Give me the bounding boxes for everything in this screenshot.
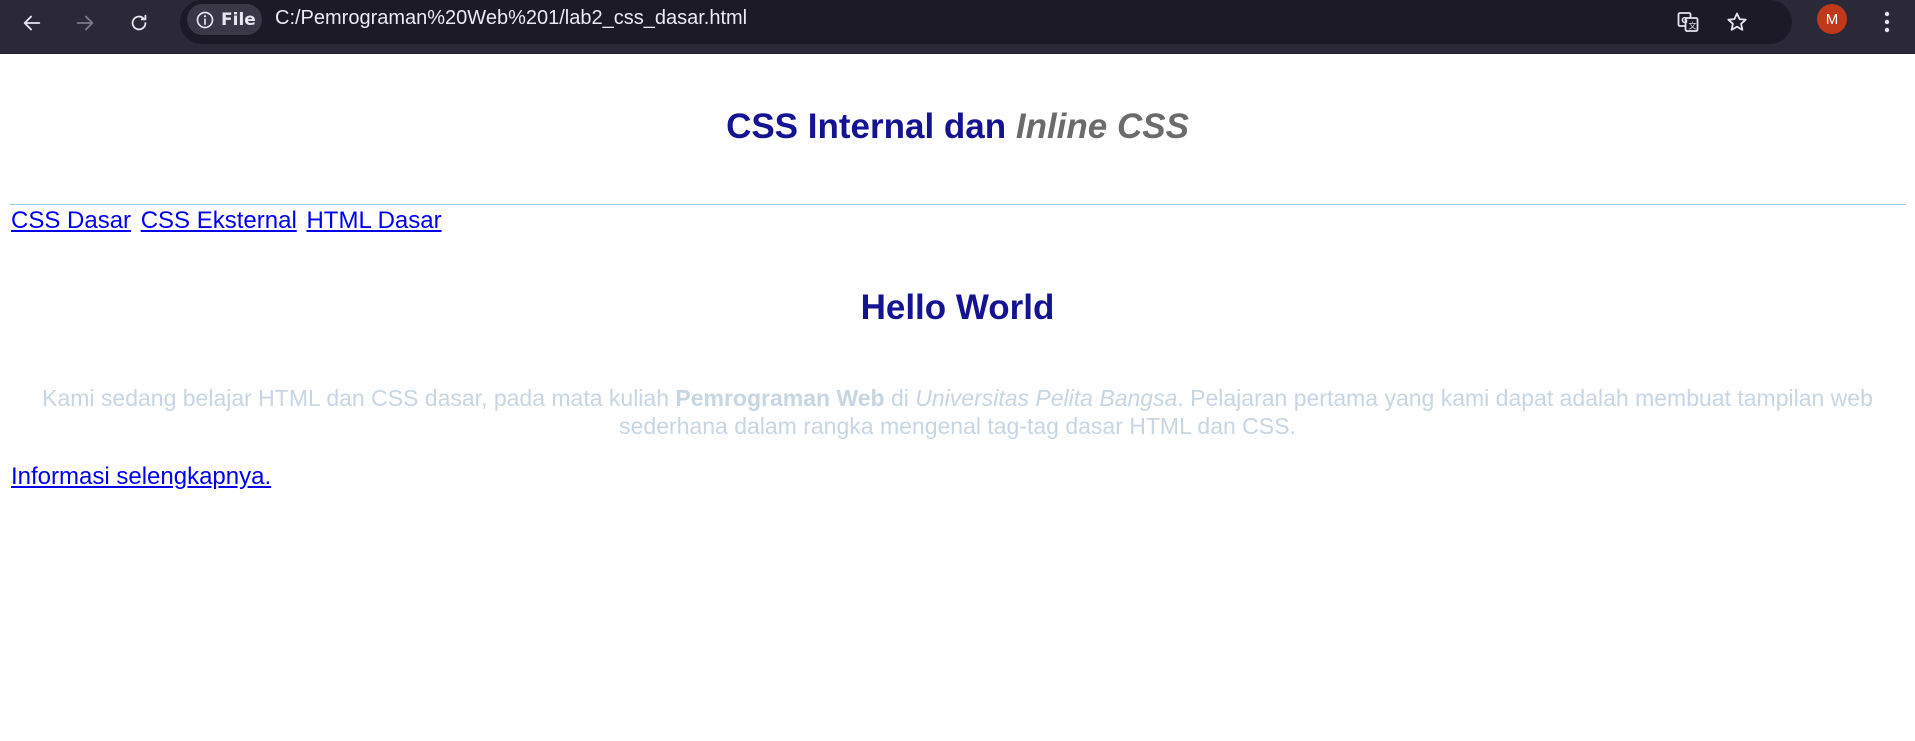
translate-icon: G 文 [1677, 12, 1699, 32]
browser-toolbar: File C:/Pemrograman%20Web%201/lab2_css_d… [0, 0, 1915, 54]
reload-button[interactable] [121, 5, 157, 41]
nav-link-css-eksternal[interactable]: CSS Eksternal [141, 207, 297, 234]
arrow-left-icon [23, 15, 41, 31]
nav-link-css-dasar[interactable]: CSS Dasar [11, 207, 131, 234]
address-bar[interactable]: File C:/Pemrograman%20Web%201/lab2_css_d… [180, 0, 1792, 44]
svg-text:文: 文 [1689, 21, 1697, 31]
translate-button[interactable]: G 文 [1670, 4, 1706, 40]
back-button[interactable] [14, 5, 50, 41]
reload-icon [131, 14, 147, 31]
paragraph-italic-university: Universitas Pelita Bangsa [915, 385, 1178, 411]
horizontal-rule [10, 204, 1906, 205]
page-title: CSS Internal dan Inline CSS [0, 107, 1915, 147]
nav-link-html-dasar[interactable]: HTML Dasar [306, 207, 441, 234]
site-chip-label: File [221, 9, 256, 30]
page-title-emphasis: Inline CSS [1015, 107, 1189, 146]
paragraph-bold-course: Pemrograman Web [675, 385, 885, 411]
intro-paragraph: Kami sedang belajar HTML dan CSS dasar, … [20, 384, 1895, 440]
more-info-link[interactable]: Informasi selengkapnya. [11, 463, 271, 491]
star-icon [1727, 12, 1747, 31]
browser-menu-button[interactable] [1872, 4, 1902, 40]
hello-heading: Hello World [860, 288, 1055, 327]
profile-avatar[interactable]: M [1817, 4, 1847, 34]
bookmark-button[interactable] [1719, 4, 1755, 40]
site-info-chip[interactable]: File [187, 4, 262, 35]
page-content: CSS Internal dan Inline CSS CSS Dasar CS… [0, 55, 1915, 741]
info-icon [196, 11, 214, 28]
forward-button[interactable] [67, 5, 103, 41]
svg-text:G: G [1681, 16, 1688, 25]
arrow-right-icon [76, 15, 94, 31]
url-text[interactable]: C:/Pemrograman%20Web%201/lab2_css_dasar.… [275, 7, 747, 30]
page-title-main: CSS Internal dan [726, 107, 1016, 146]
paragraph-text-1: Kami sedang belajar HTML dan CSS dasar, … [42, 385, 676, 411]
more-vert-icon [1884, 11, 1890, 33]
top-nav: CSS Dasar CSS Eksternal HTML Dasar [11, 207, 445, 235]
paragraph-text-2: di [884, 385, 916, 411]
